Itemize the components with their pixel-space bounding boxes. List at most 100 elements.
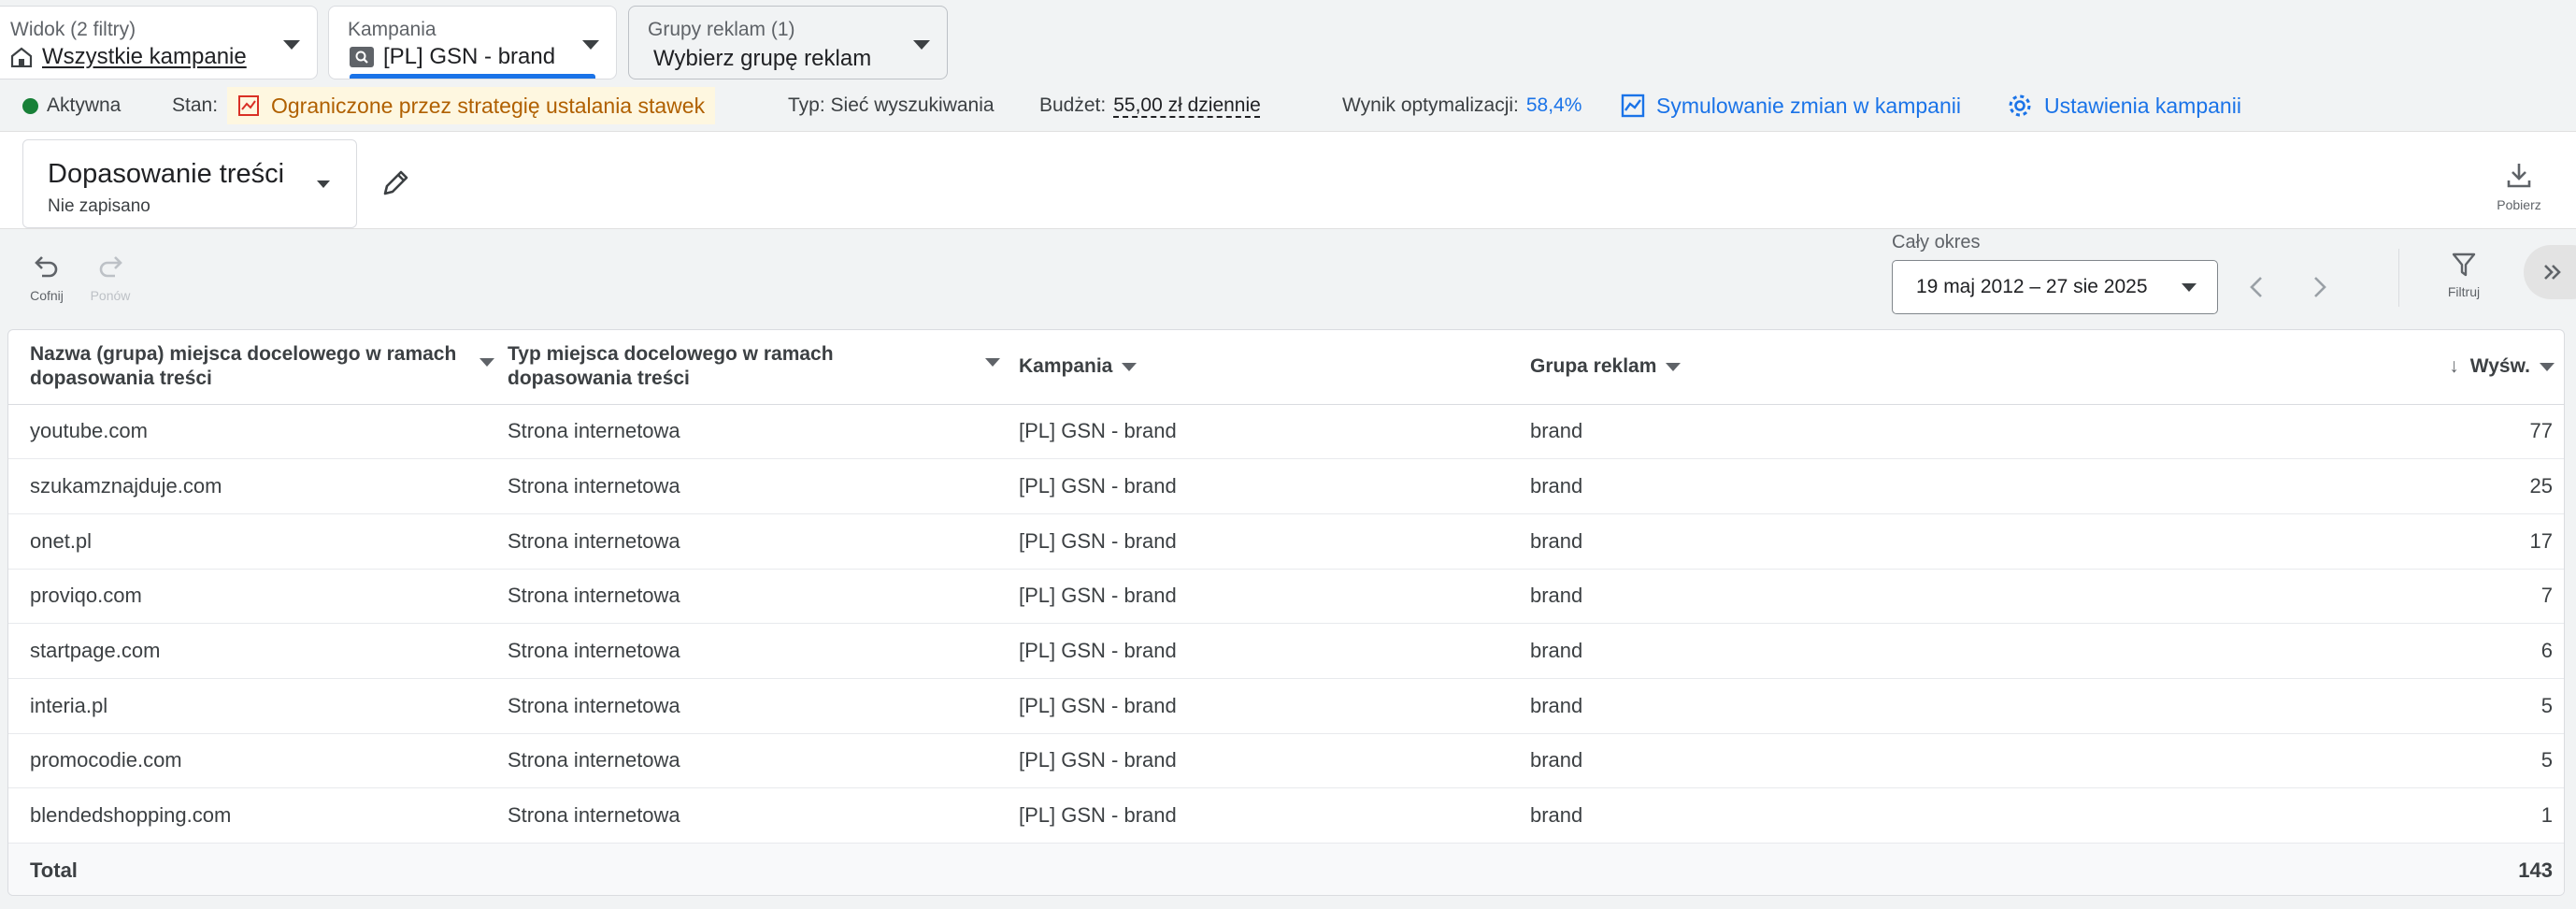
placement-cell: interia.pl (8, 678, 508, 734)
campaign-status-bar: Aktywna Stan: Ograniczone przez strategi… (0, 84, 2576, 127)
date-range-label: Cały okres (1892, 232, 1981, 252)
campaign-status[interactable]: Aktywna (22, 84, 121, 127)
chevron-down-icon (2182, 283, 2197, 292)
campaign-selector-value: [PL] GSN - brand (383, 44, 556, 69)
campaign-selector[interactable]: Kampania [PL] GSN - brand (328, 6, 617, 79)
simulate-changes-label: Symulowanie zmian w kampanii (1656, 93, 1961, 118)
table-row: proviqo.com Strona internetowa [PL] GSN … (8, 569, 2564, 625)
column-header-label: Nazwa (grupa) miejsca docelowego w ramac… (30, 343, 457, 390)
view-selector[interactable]: Widok (2 filtry) Wszystkie kampanie (0, 6, 318, 79)
table-row: promocodie.com Strona internetowa [PL] G… (8, 733, 2564, 789)
filter-label: Filtruj (2447, 284, 2481, 299)
placement-cell: szukamznajduje.com (8, 458, 508, 514)
column-header-impressions[interactable]: ↓ Wyśw. (2268, 330, 2564, 405)
ad-group-selector[interactable]: Grupy reklam (1) Wybierz grupę reklam (628, 6, 948, 79)
column-header-label: Kampania (1019, 355, 1113, 378)
campaign-cell: [PL] GSN - brand (1019, 458, 1530, 514)
column-header-ad-group[interactable]: Grupa reklam (1530, 330, 2268, 405)
expand-panel-button[interactable] (2524, 245, 2576, 299)
placement-type-cell: Strona internetowa (508, 458, 1019, 514)
optimization-score-label: Wynik optymalizacji: (1342, 94, 1519, 116)
ad-group-cell: brand (1530, 678, 2268, 734)
ad-group-cell: brand (1530, 404, 2268, 460)
placement-type-cell: Strona internetowa (508, 513, 1019, 570)
campaign-settings-link[interactable]: Ustawienia kampanii (2007, 84, 2241, 127)
optimization-score[interactable]: Wynik optymalizacji: 58,4% (1342, 84, 1581, 127)
column-header-label: Grupa reklam (1530, 355, 1657, 378)
column-header-label: Wyśw. (2469, 355, 2530, 378)
column-header-placement[interactable]: Nazwa (grupa) miejsca docelowego w ramac… (8, 330, 508, 405)
total-empty-cell (1530, 843, 2268, 895)
chevron-down-icon (582, 40, 599, 50)
pencil-icon[interactable] (378, 166, 413, 201)
undo-icon (35, 256, 58, 278)
report-subtitle: Nie zapisano (48, 196, 150, 216)
placement-cell: blendedshopping.com (8, 787, 508, 844)
state-label: Stan: (172, 94, 219, 116)
redo-icon (99, 256, 122, 278)
download-label: Pobierz (2497, 197, 2541, 212)
undo-label: Cofnij (30, 288, 64, 303)
budget-value: 55,00 zł dziennie (1113, 94, 1261, 116)
placement-type-cell: Strona internetowa (508, 623, 1019, 679)
impressions-cell: 5 (2268, 733, 2564, 789)
table-row: onet.pl Strona internetowa [PL] GSN - br… (8, 513, 2564, 570)
campaign-settings-label: Ustawienia kampanii (2044, 93, 2241, 118)
campaign-cell: [PL] GSN - brand (1019, 733, 1530, 789)
home-icon (10, 47, 33, 67)
date-range-picker[interactable]: 19 maj 2012 – 27 sie 2025 (1892, 260, 2218, 314)
column-header-label: Typ miejsca docelowego w ramach dopasowa… (508, 343, 834, 390)
sort-caret-icon (1666, 362, 1682, 371)
previous-period-icon[interactable] (2241, 271, 2273, 303)
status-dot-icon (22, 97, 38, 114)
report-view-selector[interactable]: Dopasowanie treści Nie zapisano (22, 139, 357, 228)
impressions-cell: 25 (2268, 458, 2564, 514)
table-row: startpage.com Strona internetowa [PL] GS… (8, 623, 2564, 679)
campaign-cell: [PL] GSN - brand (1019, 787, 1530, 844)
table-row: szukamznajduje.com Strona internetowa [P… (8, 458, 2564, 514)
chart-icon (1621, 94, 1645, 118)
placement-type-cell: Strona internetowa (508, 787, 1019, 844)
date-range-value: 19 maj 2012 – 27 sie 2025 (1916, 276, 2148, 297)
next-period-icon[interactable] (2303, 271, 2335, 303)
column-header-placement-type[interactable]: Typ miejsca docelowego w ramach dopasowa… (508, 330, 1019, 405)
active-selector-indicator (350, 74, 595, 79)
placement-type-cell: Strona internetowa (508, 678, 1019, 734)
sort-descending-icon: ↓ (2449, 355, 2459, 378)
undo-button[interactable]: Cofnij (19, 252, 75, 303)
campaign-selector-label: Kampania (348, 19, 436, 40)
status-text: Aktywna (47, 94, 122, 116)
ad-group-cell: brand (1530, 787, 2268, 844)
column-header-campaign[interactable]: Kampania (1019, 330, 1530, 405)
ad-group-selector-value: Wybierz grupę reklam (653, 46, 872, 71)
limited-status-badge[interactable]: Ograniczone przez strategię ustalania st… (227, 87, 716, 124)
gear-icon (2009, 94, 2031, 117)
redo-label: Ponów (90, 288, 131, 303)
placement-cell: onet.pl (8, 513, 508, 570)
filter-button[interactable]: Filtruj (2436, 251, 2492, 299)
campaign-type: Typ: Sieć wyszukiwania (788, 94, 995, 116)
filter-icon (2452, 252, 2476, 277)
view-selector-value: Wszystkie kampanie (42, 44, 247, 69)
impressions-cell: 5 (2268, 678, 2564, 734)
sort-caret-icon (985, 358, 1000, 367)
chevron-down-icon (283, 40, 300, 50)
simulate-changes-link[interactable]: Symulowanie zmian w kampanii (1621, 84, 1961, 127)
chevron-down-icon (317, 180, 330, 188)
optimization-score-value: 58,4% (1525, 94, 1582, 116)
campaign-cell: [PL] GSN - brand (1019, 404, 1530, 460)
limited-status-text: Ograniczone przez strategię ustalania st… (271, 93, 706, 118)
redo-button[interactable]: Ponów (82, 252, 138, 303)
campaign-cell: [PL] GSN - brand (1019, 623, 1530, 679)
search-campaign-icon (350, 47, 374, 67)
report-title: Dopasowanie treści (48, 159, 285, 189)
table-header-row: Nazwa (grupa) miejsca docelowego w ramac… (8, 330, 2564, 405)
total-row: Total 143 (8, 843, 2564, 895)
budget[interactable]: Budżet: 55,00 zł dziennie (1039, 84, 1261, 127)
download-button[interactable]: Pobierz (2477, 160, 2561, 212)
ad-group-cell: brand (1530, 569, 2268, 625)
placement-type-cell: Strona internetowa (508, 569, 1019, 625)
ad-group-cell: brand (1530, 458, 2268, 514)
table-row: blendedshopping.com Strona internetowa [… (8, 787, 2564, 844)
table-row: interia.pl Strona internetowa [PL] GSN -… (8, 678, 2564, 734)
